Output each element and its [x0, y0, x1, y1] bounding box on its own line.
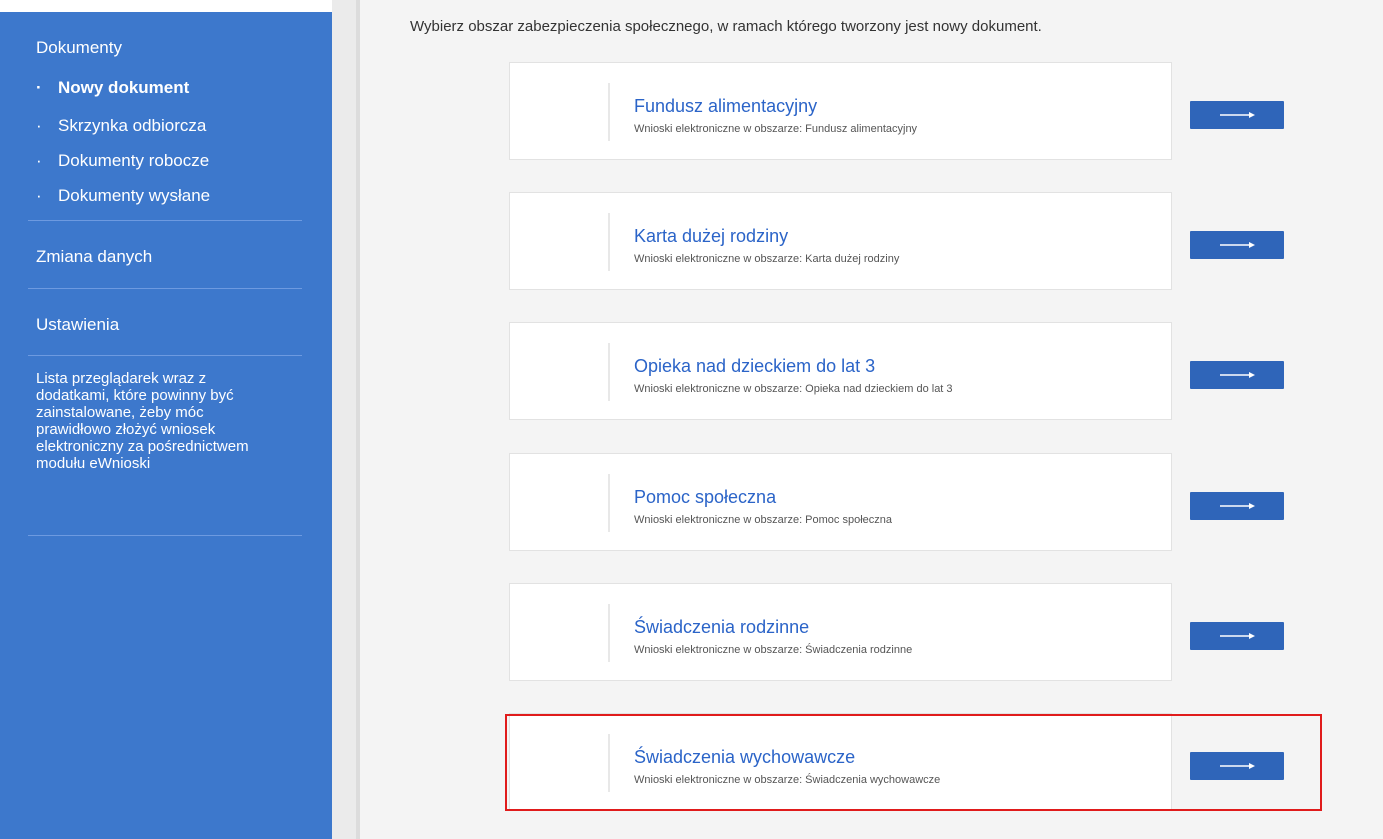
arrow-right-icon [1220, 242, 1255, 248]
card-divider [608, 213, 610, 271]
sidebar-item-label: Nowy dokument [58, 78, 190, 97]
bullet: · [36, 151, 42, 170]
note-line: zainstalowane, żeby móc [36, 404, 204, 421]
card-divider [608, 604, 610, 662]
note-line: prawidłowo złożyć wniosek [36, 421, 216, 438]
card-divider [608, 474, 610, 532]
card-divider [608, 83, 610, 141]
gutter [332, 0, 356, 839]
sidebar-divider [28, 288, 302, 289]
card-title[interactable]: Pomoc społeczna [634, 487, 776, 508]
select-area-button[interactable] [1190, 622, 1284, 650]
card-title[interactable]: Opieka nad dzieckiem do lat 3 [634, 356, 875, 377]
card-subtitle: Wnioski elektroniczne w obszarze: Fundus… [634, 123, 918, 135]
sidebar-item-new-document[interactable]: · Nowy dokument [36, 78, 189, 98]
select-area-button[interactable] [1190, 361, 1284, 389]
sidebar: Dokumenty · Nowy dokument · Skrzynka odbio… [0, 12, 332, 839]
instruction-text: Wybierz obszar zabezpieczenia społeczneg… [410, 18, 1042, 35]
card-subtitle: Wnioski elektroniczne w obszarze: Karta … [634, 253, 900, 265]
sidebar-item-label: Dokumenty robocze [58, 151, 210, 170]
sidebar-item-inbox[interactable]: · Skrzynka odbiorcza [36, 116, 206, 136]
area-card-swiadczenia-wychowawcze[interactable]: Świadczenia wychowawcze Wnioski elektron… [509, 713, 1284, 811]
arrow-right-icon [1220, 633, 1255, 639]
card-divider [608, 343, 610, 401]
select-area-button[interactable] [1190, 492, 1284, 520]
card-title[interactable]: Karta dużej rodziny [634, 226, 788, 247]
area-card-opieka-nad-dzieckiem[interactable]: Opieka nad dzieckiem do lat 3 Wnioski el… [509, 322, 1284, 420]
note-line: dodatkami, które powinny być [36, 387, 234, 404]
page: Dokumenty · Nowy dokument · Skrzynka odbio… [0, 0, 1383, 839]
select-area-button[interactable] [1190, 231, 1284, 259]
note-line: Lista przeglądarek wraz z [36, 370, 207, 387]
arrow-right-icon [1220, 112, 1255, 118]
sidebar-divider [28, 355, 302, 356]
main-content: Wybierz obszar zabezpieczenia społeczneg… [360, 0, 1383, 839]
sidebar-item-label: Dokumenty wysłane [58, 186, 211, 205]
sidebar-item-label: Skrzynka odbiorcza [58, 116, 207, 135]
note-line: elektroniczny za pośrednictwem [36, 438, 249, 455]
area-card-pomoc-spoleczna[interactable]: Pomoc społeczna Wnioski elektroniczne w … [509, 453, 1284, 551]
card-subtitle: Wnioski elektroniczne w obszarze: Pomoc … [634, 514, 893, 526]
sidebar-item-sent[interactable]: · Dokumenty wysłane [36, 186, 210, 206]
arrow-right-icon [1220, 503, 1255, 509]
note-line: modułu eWnioski [36, 455, 151, 472]
sidebar-heading-documents[interactable]: Dokumenty [36, 38, 122, 58]
browser-requirements-link[interactable]: Lista przeglądarek wraz z dodatkami, któ… [36, 370, 316, 472]
select-area-button[interactable] [1190, 752, 1284, 780]
sidebar-item-change-data[interactable]: Zmiana danych [36, 247, 152, 267]
area-card-karta-duzej-rodziny[interactable]: Karta dużej rodziny Wnioski elektroniczn… [509, 192, 1284, 290]
sidebar-divider [28, 535, 302, 536]
bullet: · [36, 78, 42, 97]
card-title[interactable]: Fundusz alimentacyjny [634, 96, 817, 117]
arrow-right-icon [1220, 372, 1255, 378]
card-subtitle: Wnioski elektroniczne w obszarze: Świadc… [634, 774, 941, 786]
card-title[interactable]: Świadczenia rodzinne [634, 617, 809, 638]
bullet: · [36, 116, 42, 135]
select-area-button[interactable] [1190, 101, 1284, 129]
sidebar-item-settings[interactable]: Ustawienia [36, 315, 119, 335]
area-card-fundusz-alimentacyjny[interactable]: Fundusz alimentacyjny Wnioski elektronic… [509, 62, 1284, 160]
arrow-right-icon [1220, 763, 1255, 769]
sidebar-item-drafts[interactable]: · Dokumenty robocze [36, 151, 209, 171]
card-subtitle: Wnioski elektroniczne w obszarze: Opieka… [634, 383, 953, 395]
card-divider [608, 734, 610, 792]
bullet: · [36, 186, 42, 205]
card-subtitle: Wnioski elektroniczne w obszarze: Świadc… [634, 644, 913, 656]
card-title[interactable]: Świadczenia wychowawcze [634, 747, 855, 768]
area-card-swiadczenia-rodzinne[interactable]: Świadczenia rodzinne Wnioski elektronicz… [509, 583, 1284, 681]
sidebar-divider [28, 220, 302, 221]
